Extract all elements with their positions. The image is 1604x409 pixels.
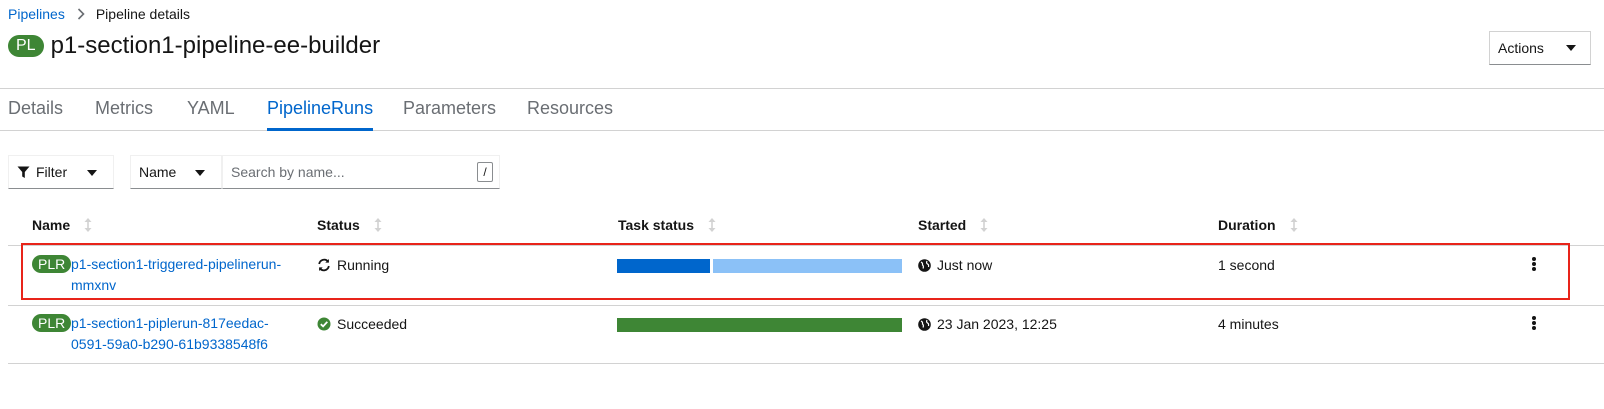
sort-icon — [708, 218, 716, 232]
actions-dropdown[interactable]: Actions — [1489, 31, 1591, 65]
row-actions-kebab-icon[interactable] — [1528, 254, 1540, 274]
status-text: Running — [337, 257, 390, 273]
column-header-label: Status — [317, 217, 360, 233]
tab-yaml[interactable]: YAML — [187, 97, 235, 131]
caret-down-icon — [195, 170, 205, 176]
breadcrumb-pipelines-link[interactable]: Pipelines — [8, 6, 65, 22]
column-header-task-status[interactable]: Task status — [618, 217, 716, 233]
tab-parameters[interactable]: Parameters — [403, 97, 496, 131]
filter-dropdown[interactable]: Filter — [8, 155, 114, 189]
keyboard-shortcut-hint: / — [477, 162, 493, 182]
column-header-label: Started — [918, 217, 967, 233]
chevron-right-icon — [77, 8, 85, 20]
task-progress-completed — [617, 318, 902, 332]
pipeline-badge: PL — [8, 35, 44, 57]
sort-icon — [84, 218, 92, 232]
globe-icon — [918, 258, 931, 272]
row-divider — [8, 363, 1604, 364]
actions-label: Actions — [1498, 40, 1544, 56]
sort-icon — [1290, 218, 1298, 232]
task-progress-completed — [617, 259, 710, 273]
column-header-label: Name — [32, 217, 71, 233]
page-title: p1-section1-pipeline-ee-builder — [50, 32, 381, 59]
pipelinerun-name-line: 0591-59a0-b290-61b9338548f6 — [71, 336, 268, 352]
row-divider — [8, 305, 1604, 306]
globe-icon — [918, 317, 931, 331]
column-header-label: Duration — [1218, 217, 1276, 233]
started-cell: 23 Jan 2023, 12:25 — [918, 316, 1057, 332]
pipelinerun-badge: PLR — [32, 314, 72, 332]
pipelinerun-badge: PLR — [32, 255, 72, 273]
pipelinerun-name-line: p1-section1-triggered-pipelinerun- — [71, 256, 282, 272]
column-header-status[interactable]: Status — [317, 217, 382, 233]
name-select-label: Name — [139, 164, 177, 180]
filter-icon — [17, 166, 30, 179]
table-header-divider — [8, 245, 1604, 246]
caret-down-icon — [1566, 45, 1576, 51]
started-text: 23 Jan 2023, 12:25 — [937, 316, 1057, 332]
filter-label: Filter — [36, 164, 68, 180]
sort-icon — [980, 218, 988, 232]
search-field: / — [222, 155, 500, 189]
sort-icon — [374, 218, 382, 232]
check-circle-icon — [317, 317, 331, 331]
tab-pipelineruns[interactable]: PipelineRuns — [267, 97, 374, 131]
breadcrumb: Pipelines Pipeline details — [8, 5, 190, 23]
tab-details[interactable]: Details — [8, 97, 63, 131]
column-header-name[interactable]: Name — [32, 217, 92, 233]
started-text: Just now — [937, 257, 993, 273]
pipelinerun-name-line: mmxnv — [71, 277, 117, 293]
tab-bar: Details Metrics YAML PipelineRuns Parame… — [0, 89, 1604, 131]
tab-resources[interactable]: Resources — [527, 97, 613, 131]
status-cell: Succeeded — [317, 316, 407, 332]
pipelinerun-name-line: p1-section1-piplerun-817eedac- — [71, 315, 269, 331]
tab-metrics[interactable]: Metrics — [95, 97, 153, 131]
duration-text: 4 minutes — [1218, 316, 1279, 332]
duration-text: 1 second — [1218, 257, 1275, 273]
search-input[interactable] — [223, 156, 463, 188]
breadcrumb-current: Pipeline details — [95, 6, 190, 22]
column-header-started[interactable]: Started — [918, 217, 988, 233]
status-text: Succeeded — [337, 316, 408, 332]
column-header-label: Task status — [618, 217, 694, 233]
row-actions-kebab-icon[interactable] — [1528, 313, 1540, 333]
caret-down-icon — [87, 170, 97, 176]
pipelinerun-name-link[interactable]: p1-section1-triggered-pipelinerun- mmxnv — [71, 254, 301, 296]
column-header-duration[interactable]: Duration — [1218, 217, 1298, 233]
sync-icon — [317, 258, 331, 272]
task-progress-pending — [713, 259, 902, 273]
name-attribute-select[interactable]: Name — [130, 155, 222, 189]
started-cell: Just now — [918, 257, 992, 273]
pipelinerun-name-link[interactable]: p1-section1-piplerun-817eedac- 0591-59a0… — [71, 313, 301, 355]
page-header: PL p1-section1-pipeline-ee-builder — [8, 32, 380, 60]
status-cell: Running — [317, 257, 389, 273]
